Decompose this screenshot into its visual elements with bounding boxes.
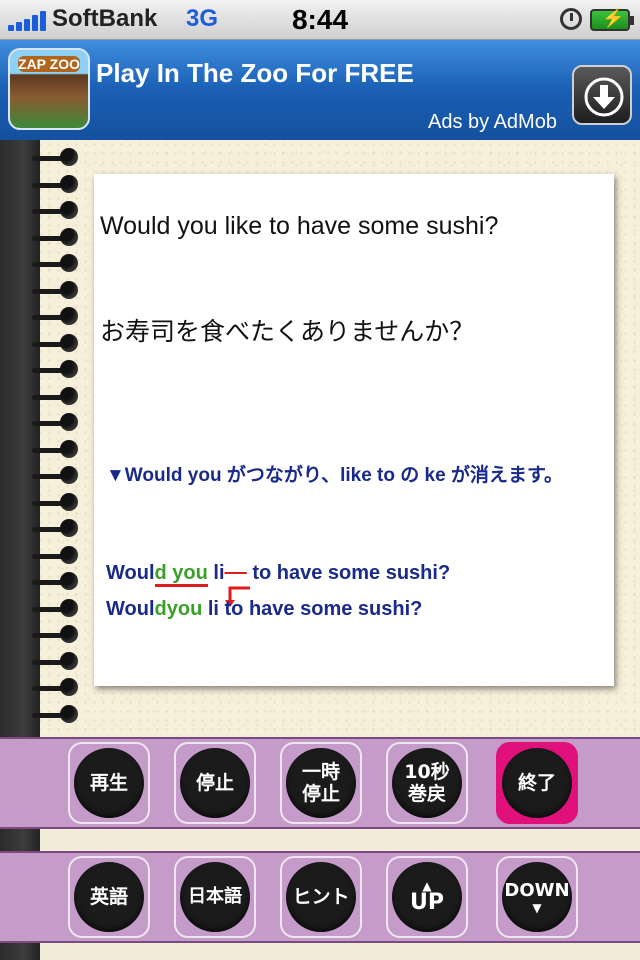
spiral-ring xyxy=(32,625,84,645)
spiral-ring xyxy=(32,254,84,274)
hint-example-reduced: Wouldyou li to have some sushi? xyxy=(106,598,423,620)
spiral-ring xyxy=(32,519,84,539)
spiral-ring xyxy=(32,280,84,301)
english-sentence: Would you like to have some sushi? xyxy=(100,212,499,240)
japanese-toggle-button[interactable]: 日本語 xyxy=(174,856,256,938)
spiral-ring xyxy=(32,148,84,168)
spiral-ring xyxy=(32,307,84,327)
japanese-sentence: お寿司を食べたくありませんか？ xyxy=(100,317,475,346)
spiral-ring xyxy=(32,413,84,433)
down-button[interactable]: DOWN xyxy=(496,856,578,938)
phrase-card: Would you like to have some sushi? お寿司を食… xyxy=(94,174,614,686)
display-controls-bar: 英語 日本語 ヒント UP DOWN xyxy=(0,851,640,943)
linked-words: d you xyxy=(154,562,208,587)
alarm-clock-icon xyxy=(560,8,582,30)
pause-button[interactable]: 一時 停止 xyxy=(280,742,362,824)
ad-title[interactable]: Play In The Zoo For FREE xyxy=(96,58,414,89)
down-button-label: DOWN xyxy=(502,862,572,932)
linked-words-joined: dyou xyxy=(154,598,203,620)
spiral-ring xyxy=(32,545,84,566)
spiral-ring xyxy=(32,360,84,380)
pronunciation-hint: ▼Would you がつながり、like to の ke が消えます。 xyxy=(106,465,564,486)
spiral-ring xyxy=(32,572,84,592)
stop-button[interactable]: 停止 xyxy=(174,742,256,824)
spiral-ring xyxy=(32,333,84,354)
spiral-ring xyxy=(32,227,84,248)
download-icon[interactable] xyxy=(572,65,632,125)
play-button[interactable]: 再生 xyxy=(68,742,150,824)
spiral-ring xyxy=(32,201,84,221)
spiral-binding xyxy=(32,140,90,735)
quit-button[interactable]: 終了 xyxy=(496,742,578,824)
status-bar: SoftBank 3G 8:44 ⚡ xyxy=(0,0,640,40)
dropped-sound: ke xyxy=(218,558,265,590)
spiral-ring xyxy=(32,704,84,725)
ad-banner[interactable]: ZAP ZOO Play In The Zoo For FREE Ads by … xyxy=(0,40,640,140)
rewind-10s-button[interactable]: 10秒 巻戻 xyxy=(386,742,468,824)
hint-toggle-button[interactable]: ヒント xyxy=(280,856,362,938)
spiral-ring xyxy=(32,439,84,460)
up-button[interactable]: UP xyxy=(386,856,468,938)
spiral-ring xyxy=(32,174,84,195)
up-button-label: UP xyxy=(392,862,462,932)
english-toggle-button[interactable]: 英語 xyxy=(68,856,150,938)
battery-charging-icon: ⚡ xyxy=(590,8,634,31)
ad-thumbnail-image[interactable]: ZAP ZOO xyxy=(8,48,90,130)
spiral-ring xyxy=(32,651,84,672)
spiral-ring xyxy=(32,678,84,698)
ad-thumbnail-logo-text: ZAP ZOO xyxy=(18,56,80,72)
spiral-ring xyxy=(32,598,84,619)
playback-controls-bar: 再生 停止 一時 停止 10秒 巻戻 終了 xyxy=(0,737,640,829)
hint-example-original: Would you like to have some sushi? xyxy=(106,558,450,590)
status-time: 8:44 xyxy=(291,4,349,35)
spiral-ring xyxy=(32,466,84,486)
spiral-ring xyxy=(32,492,84,513)
ad-attribution: Ads by AdMob xyxy=(428,111,557,133)
spiral-ring xyxy=(32,386,84,407)
